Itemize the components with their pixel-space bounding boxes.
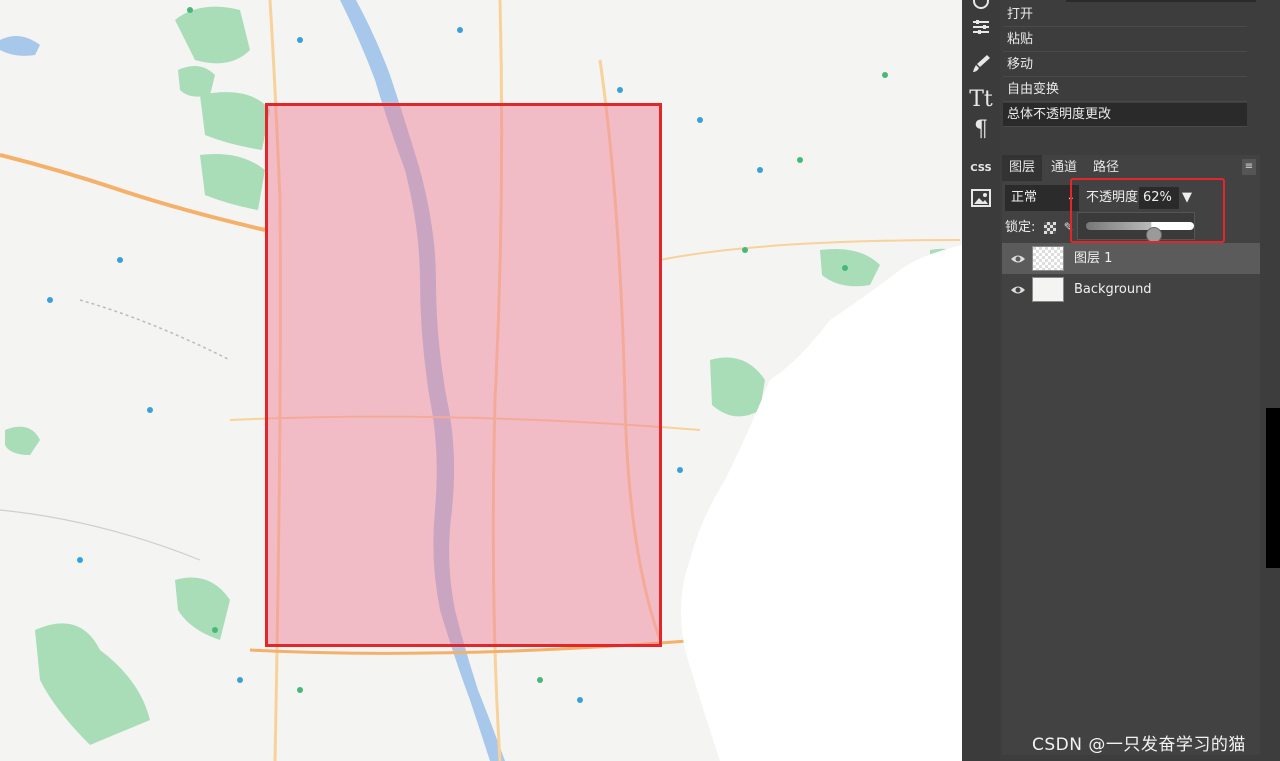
layer-thumbnail (1032, 246, 1064, 271)
history-item-open[interactable]: 打开 (1003, 3, 1247, 27)
panel-menu-icon[interactable]: ≡ (1242, 159, 1256, 175)
layer-row-background[interactable]: Background (1002, 274, 1260, 305)
history-item-move[interactable]: 移动 (1003, 53, 1247, 77)
brush-icon[interactable] (962, 48, 1000, 78)
layer-name: 图层 1 (1074, 251, 1113, 266)
watermark-text: CSDN @一只发奋学习的猫 (1032, 735, 1246, 755)
history-panel: 打开 粘贴 移动 自由变换 总体不透明度更改 (1000, 0, 1247, 128)
eye-icon[interactable] (1010, 282, 1026, 298)
layer-row-layer1[interactable]: 图层 1 (1002, 243, 1260, 274)
blend-mode-select[interactable]: 正常 ⌄ (1005, 185, 1079, 211)
right-panels: 打开 粘贴 移动 自由变换 总体不透明度更改 图层 通道 路径 ≡ 正常 ⌄ 不… (1000, 0, 1280, 761)
black-edge-bar (1266, 408, 1280, 568)
pink-layer-overlay[interactable] (265, 103, 662, 647)
opacity-highlight-box (1070, 178, 1225, 243)
layer-name: Background (1074, 282, 1152, 297)
lock-transparency-icon[interactable] (1043, 221, 1056, 234)
css-icon[interactable]: CSS (962, 153, 1000, 183)
history-item-paste[interactable]: 粘贴 (1003, 28, 1247, 52)
layers-panel: 图层 通道 路径 ≡ 正常 ⌄ 不透明度: 62% ▼ 锁定: ✎ 图层 1 B… (1002, 155, 1260, 755)
history-item-opacity-change[interactable]: 总体不透明度更改 (1003, 103, 1247, 127)
image-icon[interactable] (962, 183, 1000, 213)
history-item-free-transform[interactable]: 自由变换 (1003, 78, 1247, 102)
layer-thumbnail (1032, 277, 1064, 302)
text-icon[interactable]: Tt (962, 84, 1000, 114)
blend-mode-value: 正常 (1011, 190, 1038, 205)
lock-label: 锁定: ✎ (1005, 217, 1074, 238)
canvas-area[interactable] (0, 0, 962, 761)
tab-layers[interactable]: 图层 (1002, 155, 1043, 181)
lock-label-text: 锁定: (1005, 220, 1036, 235)
eye-icon[interactable] (1010, 251, 1026, 267)
paragraph-icon[interactable]: ¶ (962, 114, 1000, 144)
adjust-icon[interactable] (962, 12, 1000, 42)
tools-toolbar: Tt ¶ CSS (962, 0, 1000, 761)
